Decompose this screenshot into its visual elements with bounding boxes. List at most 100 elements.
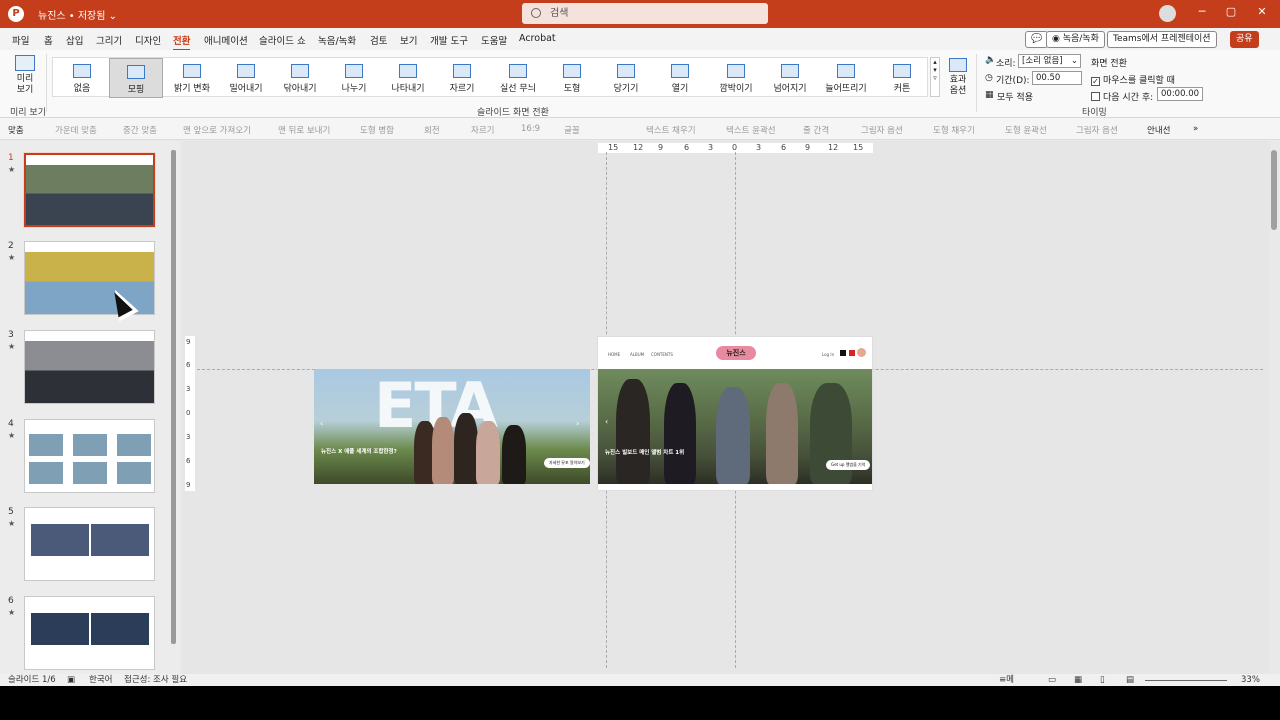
- spellcheck-icon[interactable]: ▣: [67, 674, 75, 686]
- preview-button[interactable]: 미리 보기: [10, 55, 40, 96]
- minimize-button[interactable]: ─: [1196, 6, 1208, 18]
- transition-13[interactable]: 넘어지기: [763, 58, 817, 98]
- tab-home[interactable]: 홈: [44, 33, 53, 47]
- preview-label: 미리 보기: [16, 74, 34, 95]
- transition-label: 실선 무늬: [500, 84, 536, 94]
- toolbar-item-9[interactable]: 글꼴: [564, 124, 580, 136]
- toolbar-item-2[interactable]: 중간 맞춤: [123, 124, 157, 136]
- notes-button[interactable]: ≡메모: [999, 674, 1014, 686]
- transition-11[interactable]: 열기: [653, 58, 707, 98]
- avatar[interactable]: [1159, 5, 1176, 22]
- slideshow-view-icon[interactable]: ▤: [1126, 674, 1134, 686]
- toolbar-item-13[interactable]: 그림자 옵션: [861, 124, 903, 136]
- next-arrow-icon[interactable]: ›: [576, 419, 579, 428]
- tab-developer[interactable]: 개발 도구: [430, 33, 468, 47]
- transition-2[interactable]: 밝기 변화: [165, 58, 219, 98]
- apply-all-button[interactable]: 모두 적용: [997, 90, 1033, 103]
- transition-12[interactable]: 깜박이기: [709, 58, 763, 98]
- prev-arrow-icon[interactable]: ‹: [320, 419, 323, 428]
- current-slide[interactable]: HOME ALBUM CONTENTS 뉴진스 Log In ‹ 뉴진스 빌보드…: [597, 336, 873, 491]
- slide-left-image[interactable]: ETA ‹ › 뉴진스 X 애플 세계의 조합한정? 자세한 뮤포 알아보기: [314, 369, 590, 484]
- toolbar-item-18[interactable]: »: [1193, 124, 1198, 134]
- transition-4[interactable]: 닦아내기: [273, 58, 327, 98]
- toolbar-item-3[interactable]: 맨 앞으로 가져오기: [183, 124, 251, 136]
- language-indicator[interactable]: 한국어: [89, 674, 112, 686]
- prev-arrow-icon[interactable]: ‹: [605, 417, 608, 426]
- search-box[interactable]: 검색: [522, 3, 768, 24]
- toolbar-item-4[interactable]: 맨 뒤로 보내기: [278, 124, 330, 136]
- restore-button[interactable]: ▢: [1225, 6, 1237, 18]
- zoom-level[interactable]: 33%: [1241, 674, 1260, 686]
- slide-thumbnail[interactable]: [24, 419, 155, 493]
- on-click-checkbox[interactable]: ✓ 마우스를 클릭할 때: [1091, 73, 1175, 86]
- transition-10[interactable]: 당기기: [599, 58, 653, 98]
- toolbar-item-7[interactable]: 자르기: [471, 124, 494, 136]
- tab-recording[interactable]: 녹음/녹화: [318, 33, 356, 47]
- record-button[interactable]: ◉ 녹음/녹화: [1046, 31, 1105, 48]
- transition-7[interactable]: 자르기: [435, 58, 489, 98]
- transition-3[interactable]: 밀어내기: [219, 58, 273, 98]
- tab-file[interactable]: 파일: [12, 33, 29, 47]
- transition-1[interactable]: 모핑: [109, 58, 163, 98]
- preview-icon: [15, 55, 35, 71]
- tab-design[interactable]: 디자인: [135, 33, 161, 47]
- transition-15[interactable]: 커튼: [875, 58, 929, 98]
- toolbar-item-17[interactable]: 안내선: [1147, 124, 1170, 136]
- slide-cta-button[interactable]: 자세한 뮤포 알아보기: [544, 458, 590, 468]
- tab-transitions[interactable]: 전환: [173, 33, 191, 51]
- after-checkbox[interactable]: 다음 시간 후:: [1091, 90, 1153, 103]
- gallery-scroll[interactable]: ▴ ▾ ▿: [930, 57, 940, 97]
- tab-review[interactable]: 검토: [370, 33, 387, 47]
- transition-0[interactable]: 없음: [55, 58, 109, 98]
- comments-button[interactable]: 💬: [1025, 31, 1049, 48]
- slide-thumbnail[interactable]: [24, 596, 155, 670]
- reading-view-icon[interactable]: ▯: [1100, 674, 1105, 686]
- toolbar-item-1[interactable]: 가운데 맞춤: [55, 124, 97, 136]
- toolbar-item-12[interactable]: 줄 간격: [803, 124, 829, 136]
- document-title[interactable]: 뉴진스 • 저장됨 ⌄: [38, 7, 117, 22]
- login-link: Log In: [822, 352, 835, 357]
- share-button[interactable]: 공유: [1230, 31, 1259, 48]
- slide-cta-button[interactable]: Get up 앨범을 기억: [826, 460, 871, 470]
- toolbar-item-8[interactable]: 16:9: [521, 124, 540, 134]
- tab-slideshow[interactable]: 슬라이드 쇼: [259, 33, 306, 47]
- toolbar-item-5[interactable]: 도형 병합: [360, 124, 394, 136]
- after-time-input[interactable]: 00:00.00: [1157, 87, 1203, 101]
- normal-view-icon[interactable]: ▭: [1048, 674, 1056, 686]
- transition-6[interactable]: 나타내기: [381, 58, 435, 98]
- slide-thumbnail[interactable]: [24, 153, 155, 227]
- toolbar-item-14[interactable]: 도형 채우기: [933, 124, 975, 136]
- tab-draw[interactable]: 그리기: [96, 33, 122, 47]
- duration-input[interactable]: 00.50: [1032, 71, 1082, 85]
- ruler-tick: 6: [186, 457, 191, 465]
- canvas-scrollbar[interactable]: [1271, 150, 1277, 230]
- teams-present-button[interactable]: Teams에서 프레젠테이션: [1107, 31, 1217, 48]
- transition-5[interactable]: 나누기: [327, 58, 381, 98]
- zoom-slider[interactable]: [1145, 680, 1227, 681]
- toolbar-item-6[interactable]: 회전: [424, 124, 440, 136]
- thumbnail-scrollbar[interactable]: [171, 150, 176, 644]
- sound-dropdown[interactable]: [소리 없음] ⌄: [1018, 54, 1081, 68]
- transition-9[interactable]: 도형: [545, 58, 599, 98]
- toolbar-item-0[interactable]: 맞춤: [8, 124, 24, 136]
- slide-thumbnail[interactable]: [24, 507, 155, 581]
- accessibility-status[interactable]: 접근성: 조사 필요: [124, 674, 187, 686]
- tab-view[interactable]: 보기: [400, 33, 417, 47]
- tab-help[interactable]: 도움말: [481, 33, 507, 47]
- transition-14[interactable]: 늘어뜨리기: [819, 58, 873, 98]
- transition-label: 모핑: [127, 85, 145, 95]
- tab-animations[interactable]: 애니메이션: [204, 33, 248, 47]
- tab-insert[interactable]: 삽입: [66, 33, 83, 47]
- effect-options-button[interactable]: 효과 옵션: [946, 58, 970, 97]
- toolbar-item-16[interactable]: 그림자 옵션: [1076, 124, 1118, 136]
- toolbar-item-10[interactable]: 텍스트 채우기: [646, 124, 696, 136]
- search-icon: [531, 8, 541, 18]
- transition-8[interactable]: 실선 무늬: [491, 58, 545, 98]
- close-button[interactable]: ✕: [1256, 6, 1268, 18]
- transition-star-icon: ★: [8, 165, 16, 174]
- tab-acrobat[interactable]: Acrobat: [519, 33, 556, 44]
- toolbar-item-11[interactable]: 텍스트 윤곽선: [726, 124, 776, 136]
- sorter-view-icon[interactable]: ▦: [1074, 674, 1082, 686]
- slide-thumbnail[interactable]: [24, 330, 155, 404]
- toolbar-item-15[interactable]: 도형 윤곽선: [1005, 124, 1047, 136]
